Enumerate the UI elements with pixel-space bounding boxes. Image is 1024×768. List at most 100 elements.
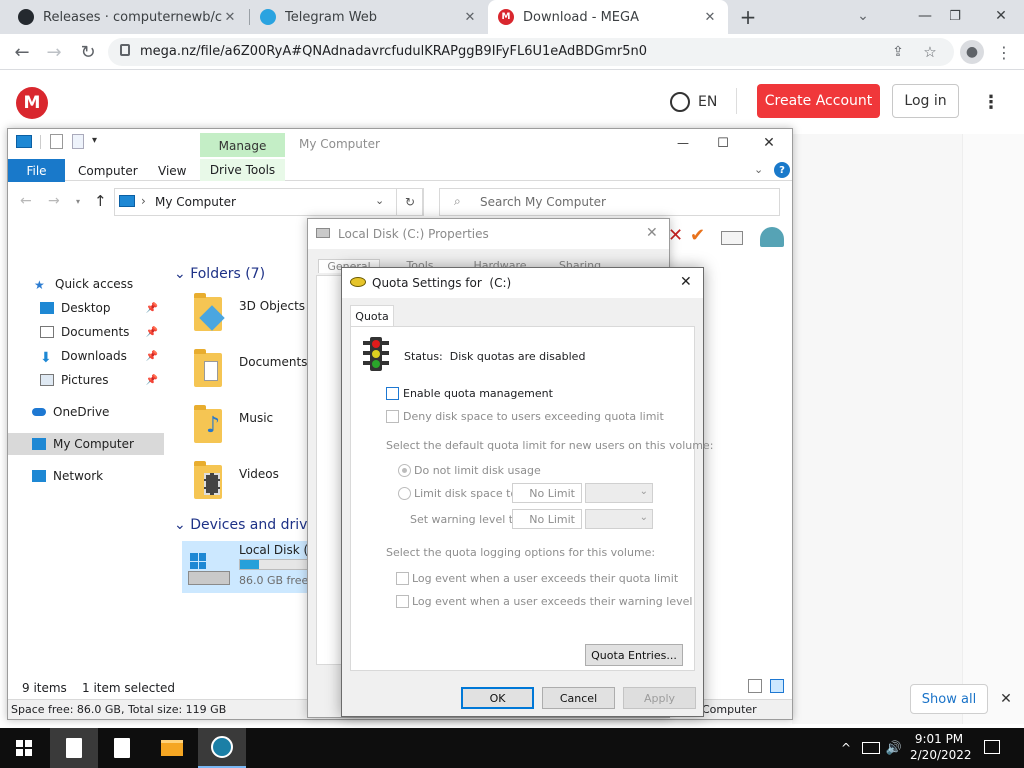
delete-x-icon[interactable]: ✕ xyxy=(668,225,683,246)
close-icon[interactable]: ✕ xyxy=(646,225,658,241)
minimize-icon[interactable]: — xyxy=(668,133,698,153)
close-window-icon[interactable]: ✕ xyxy=(986,5,1016,27)
mega-menu-icon[interactable]: ⋮ xyxy=(980,90,1002,114)
pin-icon[interactable]: 📌 xyxy=(146,351,158,362)
forward-arrow-icon[interactable]: → xyxy=(42,40,66,64)
checkmark-icon[interactable]: ✔ xyxy=(690,225,705,246)
folders-group-header[interactable]: ⌄ Folders (7) xyxy=(174,266,265,282)
taskbar-notepad-2[interactable] xyxy=(98,728,146,768)
volume-icon[interactable]: 🔊 xyxy=(886,738,902,758)
enable-quota-checkbox[interactable] xyxy=(386,387,399,400)
notifications-icon[interactable] xyxy=(984,740,1000,754)
taskbar-file-explorer[interactable] xyxy=(148,728,196,768)
language-selector[interactable]: EN xyxy=(670,92,717,112)
sidebar-item-pictures[interactable]: Pictures 📌 xyxy=(40,369,164,391)
log-warning-level-checkbox[interactable] xyxy=(396,595,409,608)
tab-view[interactable]: View xyxy=(158,164,186,178)
new-folder-quick-icon[interactable] xyxy=(72,134,84,149)
tab-file[interactable]: File xyxy=(8,159,65,182)
back-arrow-icon[interactable]: ← xyxy=(10,40,34,64)
ok-button[interactable]: OK xyxy=(461,687,534,709)
browser-tab-telegram[interactable]: Telegram Web ✕ xyxy=(250,0,488,34)
sidebar-item-network[interactable]: Network xyxy=(32,465,188,487)
chevron-down-icon[interactable]: ⌄ xyxy=(848,5,878,27)
deny-space-checkbox[interactable] xyxy=(386,410,399,423)
tab-computer[interactable]: Computer xyxy=(78,164,138,178)
apply-button[interactable]: Apply xyxy=(623,687,696,709)
reload-icon[interactable]: ↻ xyxy=(76,40,100,64)
profile-avatar-icon[interactable]: ● xyxy=(960,40,984,64)
expand-ribbon-icon[interactable]: ⌄ xyxy=(754,163,763,176)
recent-locations-icon[interactable]: ▾ xyxy=(76,197,80,206)
new-tab-button[interactable]: + xyxy=(736,5,760,29)
close-icon[interactable]: ✕ xyxy=(680,274,692,290)
browser-tab-releases[interactable]: Releases · computernewb/collab-vm ✕ xyxy=(8,0,248,34)
explorer-address-bar[interactable]: › My Computer ⌄ xyxy=(114,188,423,216)
warning-unit-dropdown[interactable]: ⌄ xyxy=(585,509,653,529)
large-icons-view-icon[interactable] xyxy=(770,679,784,693)
manage-tab-header[interactable]: Manage xyxy=(200,133,285,159)
limit-value-field[interactable]: No Limit xyxy=(512,483,582,503)
details-view-icon[interactable] xyxy=(748,679,762,693)
browser-menu-icon[interactable]: ⋮ xyxy=(992,40,1016,64)
sidebar-item-my-computer[interactable]: My Computer xyxy=(8,433,164,455)
customize-quick-access-icon[interactable]: ▾ xyxy=(92,135,97,146)
forward-arrow-icon[interactable]: → xyxy=(48,193,60,209)
properties-quick-icon[interactable] xyxy=(50,134,63,149)
shell-icon[interactable] xyxy=(760,227,784,247)
no-limit-radio[interactable] xyxy=(398,464,411,477)
bookmark-star-icon[interactable]: ☆ xyxy=(920,42,940,62)
devices-group-header[interactable]: ⌄ Devices and drives xyxy=(174,517,323,533)
close-icon[interactable]: ✕ xyxy=(754,133,784,153)
browser-tab-mega[interactable]: M Download - MEGA ✕ xyxy=(488,0,728,34)
sidebar-item-downloads[interactable]: ⬇ Downloads 📌 xyxy=(40,345,164,367)
close-tab-icon[interactable]: ✕ xyxy=(702,10,718,25)
search-input[interactable]: ⌕ Search My Computer xyxy=(439,188,780,216)
login-button[interactable]: Log in xyxy=(892,84,959,118)
folder-item[interactable] xyxy=(194,461,222,499)
address-bar[interactable]: mega.nz/file/a6Z00RyA#QNAdnadavrcfudulKR… xyxy=(108,38,954,66)
mega-logo[interactable]: M xyxy=(16,87,48,119)
sidebar-item-desktop[interactable]: Desktop 📌 xyxy=(40,297,164,319)
mail-icon[interactable] xyxy=(721,231,743,245)
close-download-bar-icon[interactable]: ✕ xyxy=(997,689,1015,709)
limit-unit-dropdown[interactable]: ⌄ xyxy=(585,483,653,503)
limit-disk-radio[interactable] xyxy=(398,487,411,500)
drive-item-local-disk[interactable]: Local Disk (C:) 86.0 GB free of 119 GB xyxy=(182,541,366,593)
tab-drive-tools[interactable]: Drive Tools xyxy=(200,159,285,181)
restore-window-icon[interactable]: ❐ xyxy=(940,5,970,27)
chevron-down-icon: ⌄ xyxy=(174,517,191,533)
show-all-button[interactable]: Show all xyxy=(910,684,988,714)
sidebar-item-quick-access[interactable]: ★ Quick access xyxy=(34,273,190,295)
close-tab-icon[interactable]: ✕ xyxy=(462,10,478,25)
tab-quota[interactable]: Quota xyxy=(350,305,394,327)
clock[interactable]: 9:01 PM 2/20/2022 xyxy=(910,731,972,763)
folder-item[interactable] xyxy=(194,293,225,331)
up-arrow-icon[interactable]: ↑ xyxy=(94,192,107,210)
address-dropdown-icon[interactable]: ⌄ xyxy=(375,194,384,207)
folder-item[interactable] xyxy=(194,349,222,387)
create-account-button[interactable]: Create Account xyxy=(757,84,880,118)
log-quota-limit-checkbox[interactable] xyxy=(396,572,409,585)
share-icon[interactable]: ⇪ xyxy=(888,42,908,62)
refresh-button[interactable]: ↻ xyxy=(396,188,424,216)
network-status-icon[interactable] xyxy=(862,742,880,754)
maximize-icon[interactable]: ☐ xyxy=(708,133,738,153)
start-button[interactable] xyxy=(0,728,48,768)
pin-icon[interactable]: 📌 xyxy=(146,327,158,338)
warning-value-field[interactable]: No Limit xyxy=(512,509,582,529)
sidebar-item-onedrive[interactable]: OneDrive xyxy=(32,401,188,423)
taskbar-steam[interactable] xyxy=(198,728,246,768)
help-icon[interactable]: ? xyxy=(774,162,790,178)
minimize-window-icon[interactable]: — xyxy=(910,5,940,27)
pin-icon[interactable]: 📌 xyxy=(146,303,158,314)
back-arrow-icon[interactable]: ← xyxy=(20,193,32,209)
close-tab-icon[interactable]: ✕ xyxy=(222,10,238,25)
sidebar-item-documents[interactable]: Documents 📌 xyxy=(40,321,164,343)
folder-item[interactable]: ♪ xyxy=(194,405,222,443)
show-hidden-icons-icon[interactable]: ^ xyxy=(838,738,854,758)
cancel-button[interactable]: Cancel xyxy=(542,687,615,709)
quota-entries-button[interactable]: Quota Entries... xyxy=(585,644,683,666)
taskbar-notepad-1[interactable] xyxy=(50,728,98,768)
pin-icon[interactable]: 📌 xyxy=(146,375,158,386)
